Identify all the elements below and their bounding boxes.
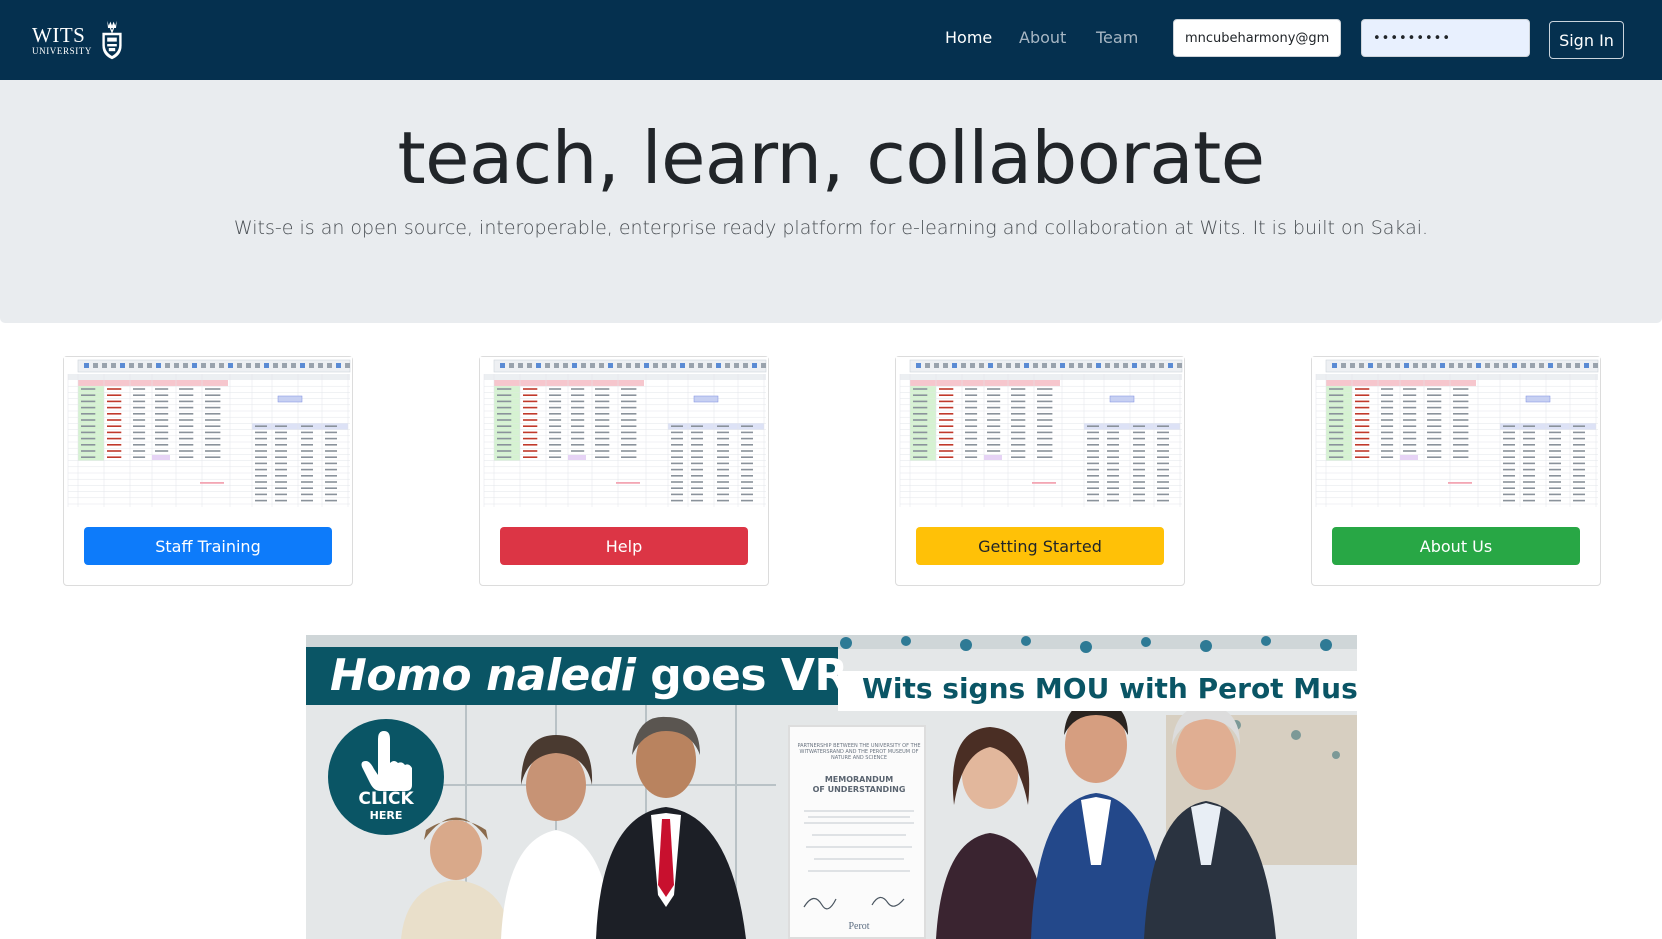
navbar: WITS UNIVERSITY Home About Team Sign In: [0, 0, 1662, 80]
logo-wits-text: WITS: [32, 22, 86, 47]
spreadsheet-thumbnail: [64, 357, 352, 507]
hero-title: teach, learn, collaborate: [397, 116, 1265, 200]
cert-partnership-text: PARTNERSHIP BETWEEN THE UNIVERSITY OF TH…: [797, 743, 921, 761]
sign-in-button[interactable]: Sign In: [1549, 21, 1624, 59]
homo-naledi-headline[interactable]: Homo naledi goes VR: [306, 647, 848, 705]
spreadsheet-thumbnail: [896, 357, 1184, 507]
spreadsheet-thumbnail: [1312, 357, 1600, 507]
card-about-us: About Us: [1311, 356, 1601, 586]
help-button[interactable]: Help: [500, 527, 748, 565]
logo-wordmark: WITS UNIVERSITY: [32, 22, 92, 56]
hero-subtitle: Wits-e is an open source, interoperable,…: [233, 217, 1429, 239]
hero-section: teach, learn, collaborate Wits-e is an o…: [0, 80, 1662, 323]
news-banner[interactable]: PARTNERSHIP BETWEEN THE UNIVERSITY OF TH…: [306, 635, 1357, 939]
logo-university-text: UNIVERSITY: [32, 45, 92, 56]
nav-link-home[interactable]: Home: [945, 28, 1005, 47]
crest-icon: [102, 20, 122, 60]
password-input[interactable]: [1361, 19, 1530, 57]
here-label: HERE: [369, 809, 403, 822]
headline-rest: goes VR: [635, 650, 848, 701]
nav-link-about[interactable]: About: [1019, 28, 1079, 47]
wits-logo[interactable]: WITS UNIVERSITY: [32, 12, 124, 68]
cert-title-line-2: OF UNDERSTANDING: [812, 785, 906, 794]
nav-link-team[interactable]: Team: [1096, 28, 1156, 47]
headline-italic: Homo naledi: [330, 650, 636, 701]
cert-perot-logo: Perot: [848, 921, 870, 932]
card-help: Help: [479, 356, 769, 586]
staff-training-button[interactable]: Staff Training: [84, 527, 332, 565]
mou-certificate: PARTNERSHIP BETWEEN THE UNIVERSITY OF TH…: [788, 725, 926, 939]
about-us-button[interactable]: About Us: [1332, 527, 1580, 565]
card-staff-training: Staff Training: [63, 356, 353, 586]
cert-title-line-1: MEMORANDUM: [824, 775, 894, 784]
email-input[interactable]: [1173, 19, 1341, 57]
mou-headline-box[interactable]: Wits signs MOU with Perot Museum: [838, 671, 1357, 711]
mou-headline: Wits signs MOU with Perot Museum: [862, 672, 1357, 705]
card-getting-started: Getting Started: [895, 356, 1185, 586]
signature-icon: [803, 896, 905, 910]
cert-lines: [804, 810, 914, 872]
click-label: CLICK: [358, 789, 414, 809]
spreadsheet-thumbnail: [480, 357, 768, 507]
headline-text: Homo naledi goes VR: [330, 650, 848, 701]
click-here-badge[interactable]: CLICK HERE: [328, 719, 444, 835]
getting-started-button[interactable]: Getting Started: [916, 527, 1164, 565]
